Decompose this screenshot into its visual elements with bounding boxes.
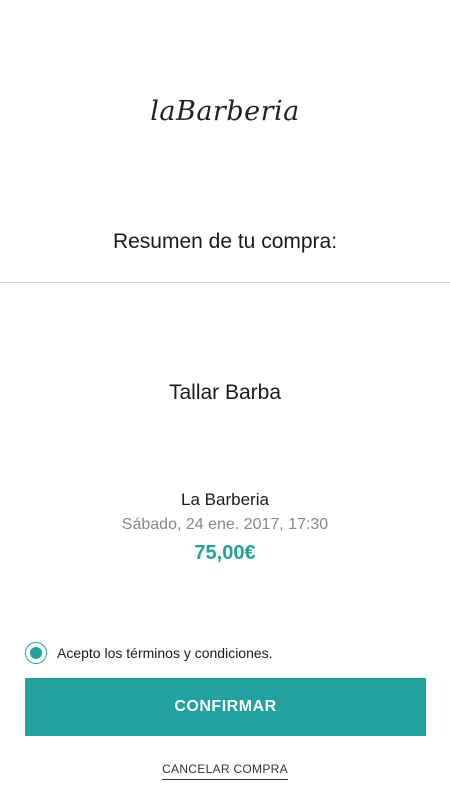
venue-name: La Barberia [181, 490, 269, 509]
page-title: Resumen de tu compra: [112, 230, 338, 253]
order-price: 75,00€ [194, 542, 256, 564]
brand-logo: laBarberia [150, 96, 300, 127]
cancel-purchase-container: CANCELAR COMPRA [0, 760, 450, 780]
terms-radio[interactable] [25, 642, 47, 664]
terms-row[interactable]: Acepto los términos y condiciones. [25, 640, 273, 666]
service-name: Tallar Barba [168, 381, 282, 404]
confirm-button[interactable]: CONFIRMAR [25, 678, 426, 736]
cancel-purchase-link[interactable]: CANCELAR COMPRA [162, 762, 288, 780]
appointment-datetime: Sábado, 24 ene. 2017, 17:30 [121, 516, 329, 533]
radio-selected-icon [30, 647, 42, 659]
divider [0, 282, 450, 283]
terms-label[interactable]: Acepto los términos y condiciones. [57, 645, 273, 661]
